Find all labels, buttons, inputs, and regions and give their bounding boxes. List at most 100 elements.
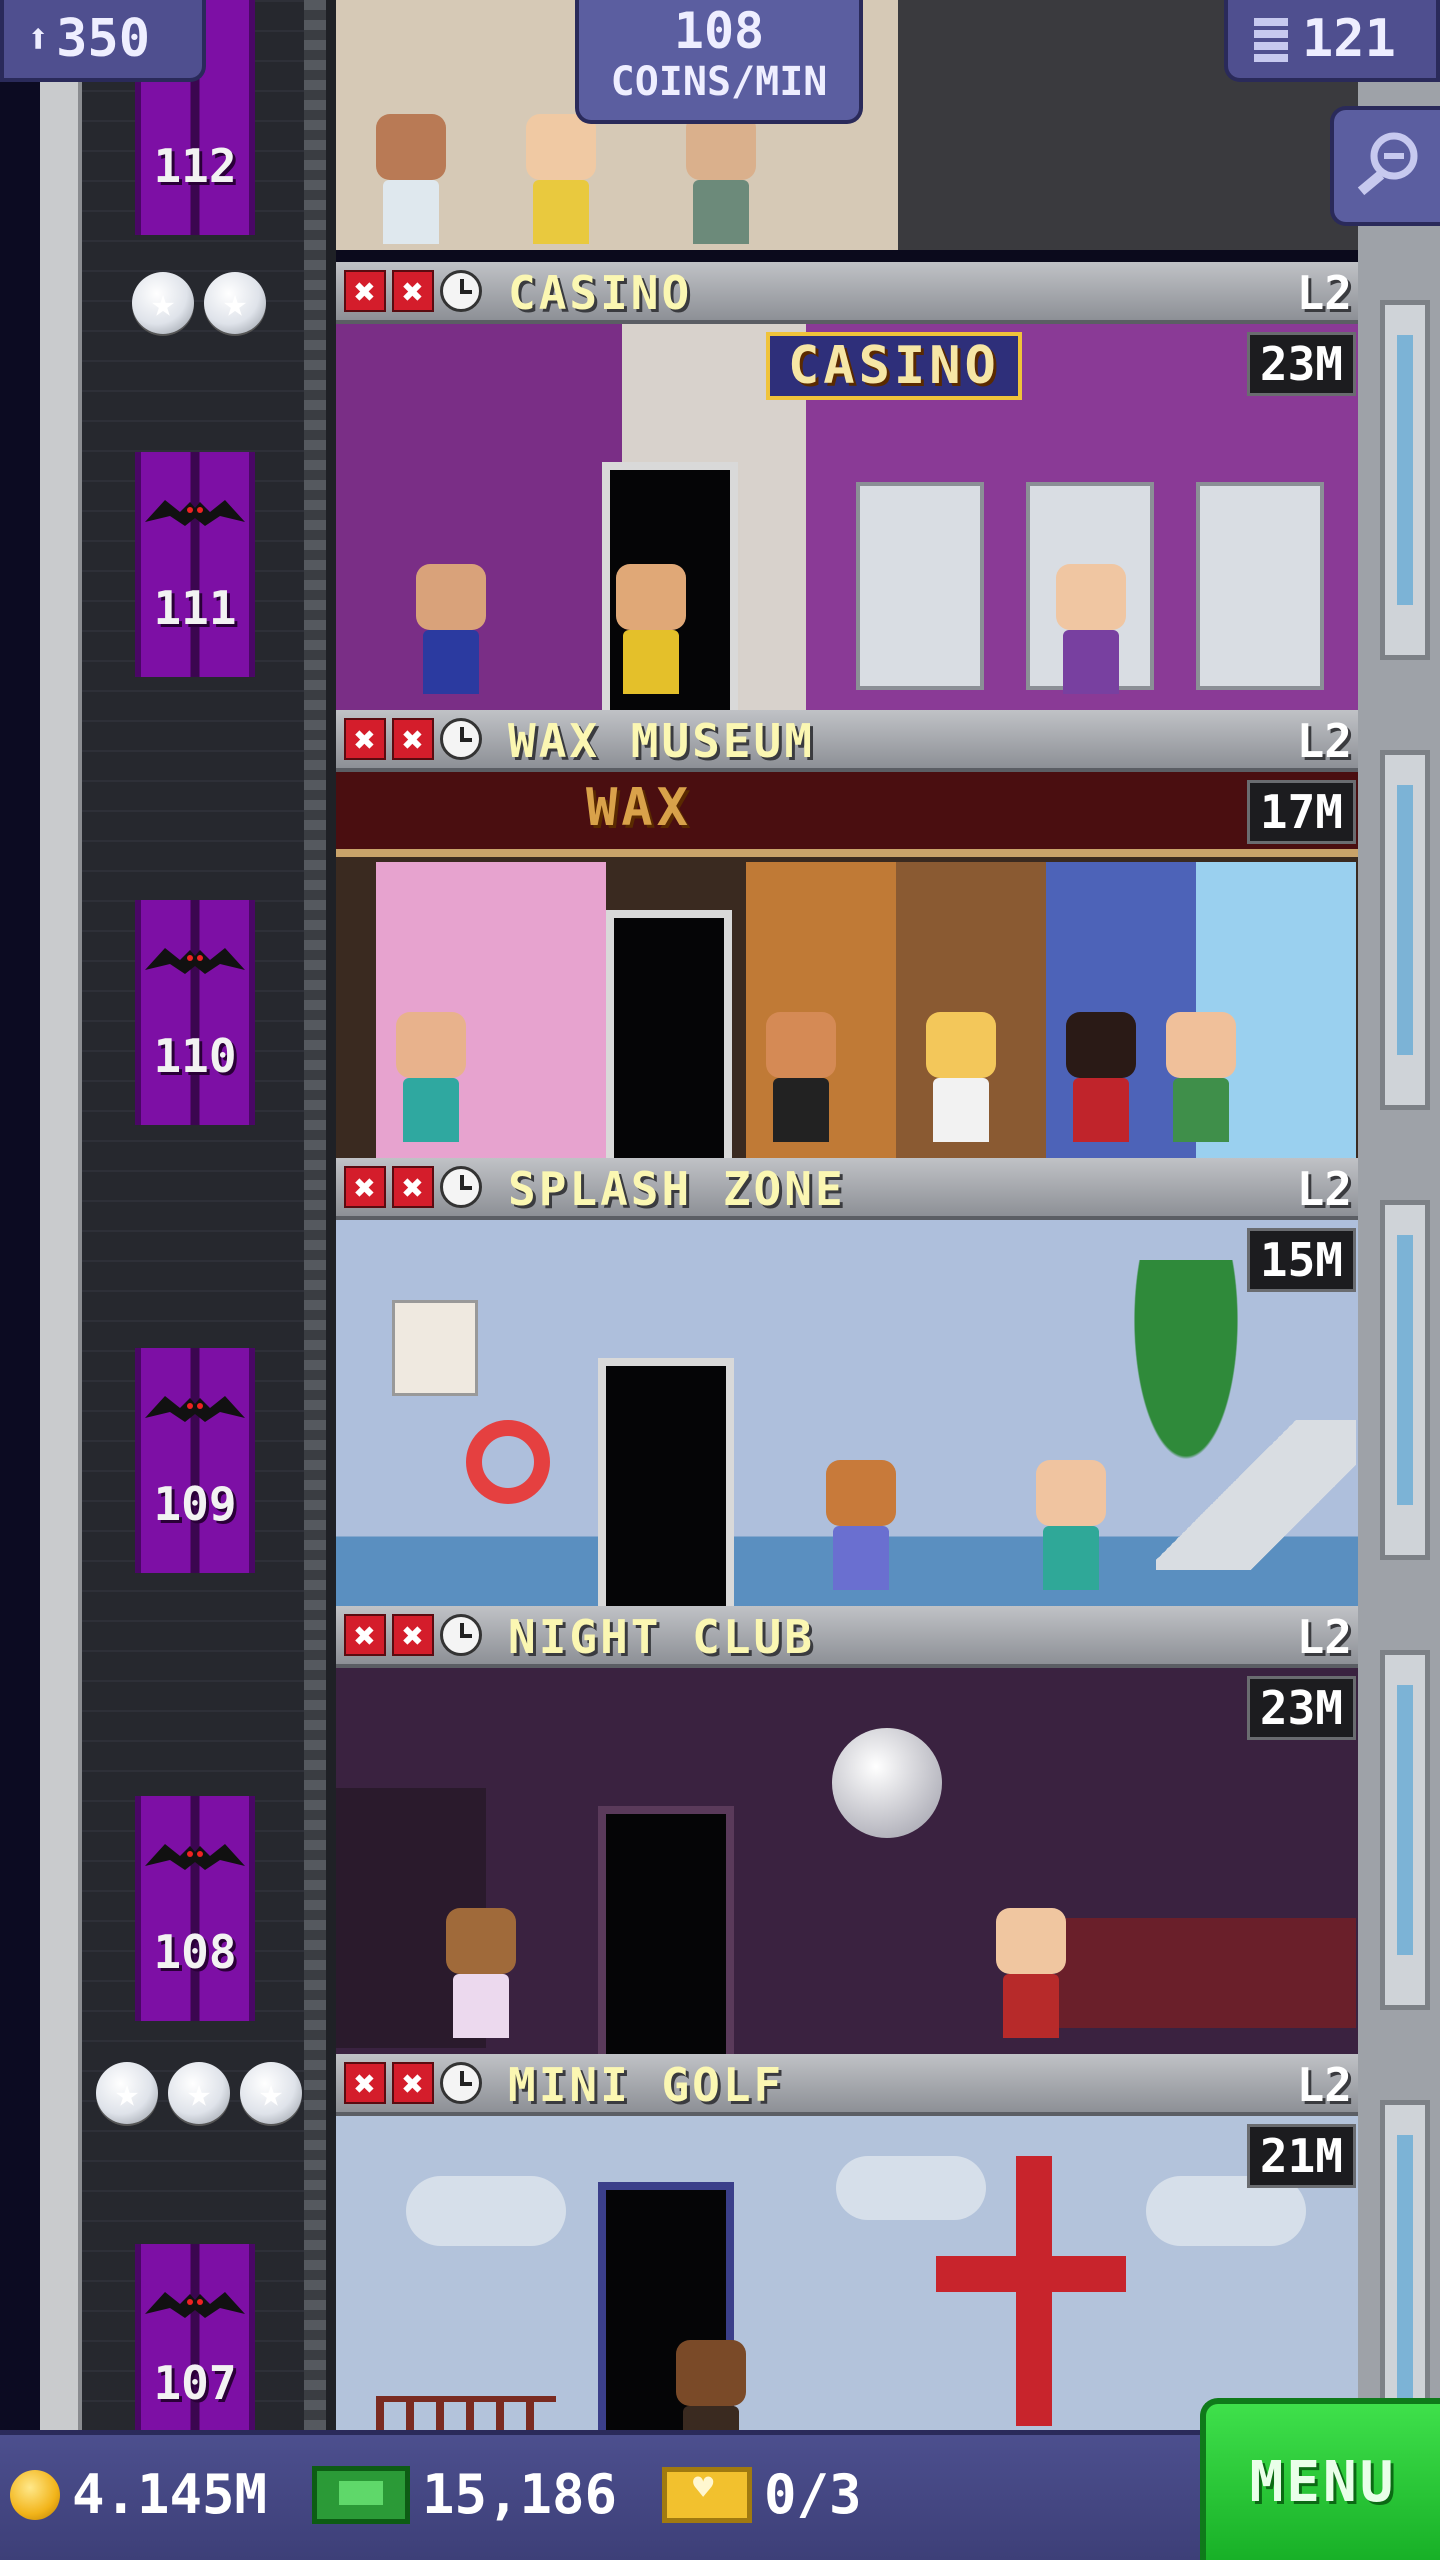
building-window bbox=[1380, 750, 1430, 1110]
mini-golf-room bbox=[336, 2116, 1358, 2430]
floor-count-value: 121 bbox=[1302, 9, 1396, 69]
elevator-door-111[interactable]: 111 bbox=[135, 452, 255, 677]
star-icon: ★ bbox=[240, 2062, 302, 2124]
stock-empty-icon: ✖ bbox=[392, 1614, 434, 1657]
floor-splash-zone[interactable]: ✖ ✖ SPLASH ZONE L2 15M bbox=[336, 1158, 1358, 1606]
floor-name: SPLASH ZONE bbox=[508, 1162, 846, 1216]
star-icon: ★ bbox=[204, 272, 266, 334]
tenant bbox=[396, 1012, 466, 1142]
floor-number: 107 bbox=[153, 2356, 237, 2410]
disco-ball-icon bbox=[832, 1728, 942, 1838]
floor-name: MINI GOLF bbox=[508, 2058, 785, 2112]
lounge-sofa bbox=[1056, 1918, 1356, 2028]
floor-level: L2 bbox=[1296, 1162, 1352, 1216]
room-doorway bbox=[606, 910, 732, 1158]
zoom-out-button[interactable] bbox=[1330, 106, 1440, 226]
floor-night-club[interactable]: ✖ ✖ NIGHT CLUB L2 23M bbox=[336, 1606, 1358, 2054]
slot-machine bbox=[1196, 482, 1324, 690]
stock-empty-icon: ✖ bbox=[344, 1614, 386, 1657]
tickets-value: 0/3 bbox=[764, 2463, 862, 2526]
bux-value: 15,186 bbox=[422, 2463, 618, 2526]
floor-status-icons: ✖ ✖ bbox=[344, 718, 482, 761]
population-counter[interactable]: ⬆ 350 bbox=[0, 0, 206, 82]
tickets-display[interactable]: 0/3 bbox=[662, 2463, 862, 2526]
stock-empty-icon: ✖ bbox=[344, 718, 386, 761]
floor-value: 23M bbox=[1246, 332, 1356, 396]
coins-per-minute-panel: 108 COINS/MIN bbox=[575, 0, 863, 124]
tenant bbox=[526, 114, 596, 244]
stock-empty-icon: ✖ bbox=[392, 270, 434, 313]
building-window bbox=[1380, 300, 1430, 660]
bat-icon bbox=[145, 1836, 245, 1876]
floor-star-rating: ★ ★ ★ bbox=[96, 2062, 302, 2124]
elevator-door-108[interactable]: 108 bbox=[135, 1796, 255, 2021]
clock-icon bbox=[440, 1614, 482, 1656]
wax-museum-room: WAX bbox=[336, 772, 1358, 1158]
menu-button[interactable]: MENU bbox=[1200, 2398, 1440, 2560]
wax-figure bbox=[1066, 1012, 1136, 1142]
floor-status-icons: ✖ ✖ bbox=[344, 2062, 482, 2105]
floor-value: 23M bbox=[1246, 1676, 1356, 1740]
building-window bbox=[1380, 1200, 1430, 1560]
sky-strip bbox=[0, 0, 40, 2430]
tenant bbox=[1036, 1460, 1106, 1590]
life-ring-icon bbox=[466, 1420, 550, 1504]
population-icon: ⬆ bbox=[26, 16, 51, 62]
star-icon: ★ bbox=[96, 2062, 158, 2124]
coins-value: 4.145M bbox=[72, 2463, 268, 2526]
tenant bbox=[376, 114, 446, 244]
floor-casino[interactable]: ✖ ✖ CASINO L2 23M CASINO bbox=[336, 262, 1358, 710]
coins-rate-value: 108 bbox=[673, 2, 765, 60]
building-icon bbox=[1254, 16, 1288, 62]
tenant bbox=[446, 1908, 516, 2038]
tenant bbox=[1056, 564, 1126, 694]
coin-icon bbox=[10, 2469, 60, 2520]
floor-star-rating: ★ ★ bbox=[132, 272, 266, 334]
clock-icon bbox=[440, 2062, 482, 2104]
stock-empty-icon: ✖ bbox=[392, 1166, 434, 1209]
building-left-rail bbox=[40, 0, 82, 2430]
floor-status-icons: ✖ ✖ bbox=[344, 270, 482, 313]
cloud-decoration bbox=[406, 2176, 566, 2246]
clock-icon bbox=[440, 1166, 482, 1208]
tenant bbox=[686, 114, 756, 244]
splash-zone-room bbox=[336, 1220, 1358, 1606]
bux-icon bbox=[312, 2465, 410, 2524]
floor-header: ✖ ✖ NIGHT CLUB L2 bbox=[336, 1606, 1358, 1668]
slot-machine bbox=[856, 482, 984, 690]
tenant bbox=[1166, 1012, 1236, 1142]
ticket-icon bbox=[662, 2466, 752, 2523]
elevator-door-109[interactable]: 109 bbox=[135, 1348, 255, 1573]
bux-display[interactable]: 15,186 bbox=[312, 2463, 617, 2526]
elevator-door-107[interactable]: 107 bbox=[135, 2244, 255, 2430]
bat-icon bbox=[145, 1388, 245, 1428]
floor-wax-museum[interactable]: ✖ ✖ WAX MUSEUM L2 17M WAX bbox=[336, 710, 1358, 1158]
floor-number: 111 bbox=[153, 581, 237, 635]
shaft-divider bbox=[326, 0, 336, 2430]
floor-name: CASINO bbox=[508, 266, 693, 320]
stock-empty-icon: ✖ bbox=[344, 270, 386, 313]
room-doorway bbox=[598, 1358, 734, 1606]
star-icon: ★ bbox=[168, 2062, 230, 2124]
bat-icon bbox=[145, 492, 245, 532]
stock-empty-icon: ✖ bbox=[344, 1166, 386, 1209]
floor-value: 21M bbox=[1246, 2124, 1356, 2188]
floor-header: ✖ ✖ WAX MUSEUM L2 bbox=[336, 710, 1358, 772]
wax-figure bbox=[766, 1012, 836, 1142]
floor-name: NIGHT CLUB bbox=[508, 1610, 815, 1664]
bat-icon bbox=[145, 940, 245, 980]
floor-status-icons: ✖ ✖ bbox=[344, 1614, 482, 1657]
elevator-door-110[interactable]: 110 bbox=[135, 900, 255, 1125]
coins-display: 4.145M bbox=[10, 2463, 267, 2526]
floor-name: WAX MUSEUM bbox=[508, 714, 815, 768]
floor-mini-golf[interactable]: ✖ ✖ MINI GOLF L2 21M bbox=[336, 2054, 1358, 2430]
floor-header: ✖ ✖ SPLASH ZONE L2 bbox=[336, 1158, 1358, 1220]
coins-rate-unit: COINS/MIN bbox=[610, 59, 828, 105]
floor-value: 15M bbox=[1246, 1228, 1356, 1292]
bat-icon bbox=[145, 2284, 245, 2324]
night-club-room bbox=[336, 1668, 1358, 2054]
floor-number: 108 bbox=[153, 1925, 237, 1979]
floor-value: 17M bbox=[1246, 780, 1356, 844]
windmill bbox=[936, 2156, 1126, 2430]
floor-count-button[interactable]: 121 bbox=[1224, 0, 1440, 82]
